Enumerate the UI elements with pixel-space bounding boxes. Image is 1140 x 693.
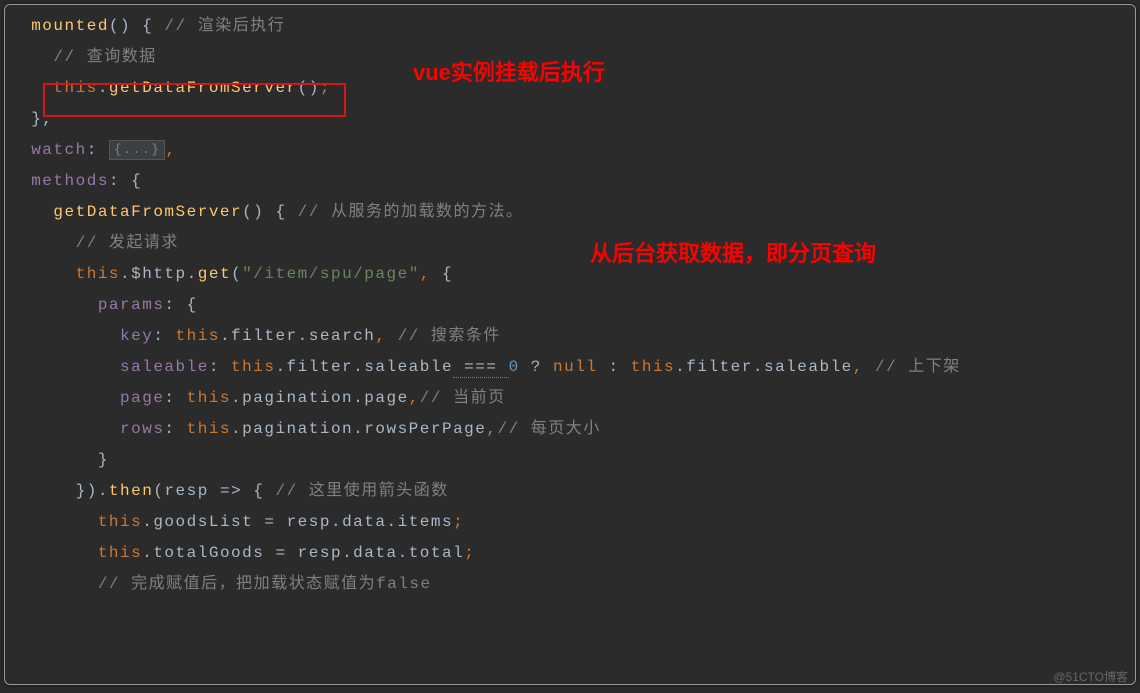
code-line[interactable]: rows: this.pagination.rowsPerPage,// 每页大… (9, 414, 1135, 445)
comment: // 每页大小 (498, 420, 601, 438)
code-line[interactable]: // 查询数据 (9, 42, 1135, 73)
string-literal: "/item/spu/page" (242, 265, 420, 283)
comment: // 当前页 (420, 389, 506, 407)
keyword-this: this (53, 79, 97, 97)
code-fold[interactable]: {...} (109, 140, 166, 160)
property-methods: methods (31, 172, 109, 190)
comment: // 这里使用箭头函数 (264, 482, 448, 500)
code-line[interactable]: // 发起请求 (9, 228, 1135, 259)
method-def: getDataFromServer (53, 203, 242, 221)
comment: // 渲染后执行 (153, 17, 285, 35)
code-line[interactable]: }).then(resp => { // 这里使用箭头函数 (9, 476, 1135, 507)
code-line[interactable]: this.$http.get("/item/spu/page", { (9, 259, 1135, 290)
code-line[interactable]: page: this.pagination.page,// 当前页 (9, 383, 1135, 414)
comment: // 搜索条件 (386, 327, 500, 345)
code-line[interactable]: key: this.filter.search, // 搜索条件 (9, 321, 1135, 352)
code-line[interactable]: params: { (9, 290, 1135, 321)
method-mounted: mounted (31, 17, 109, 35)
property-params: params (98, 296, 165, 314)
code-line[interactable]: methods: { (9, 166, 1135, 197)
code-line[interactable]: this.goodsList = resp.data.items; (9, 507, 1135, 538)
method-then: then (109, 482, 153, 500)
code-line[interactable]: getDataFromServer() { // 从服务的加载数的方法。 (9, 197, 1135, 228)
code-line[interactable]: this.getDataFromServer(); (9, 73, 1135, 104)
code-line[interactable]: this.totalGoods = resp.data.total; (9, 538, 1135, 569)
comment: // 查询数据 (53, 48, 156, 66)
method-call: getDataFromServer (109, 79, 298, 97)
code-line[interactable]: mounted() { // 渲染后执行 (9, 11, 1135, 42)
comment: // 上下架 (864, 358, 961, 376)
code-content[interactable]: mounted() { // 渲染后执行 // 查询数据 this.getDat… (5, 11, 1135, 600)
watermark: @51CTO博客 (1053, 668, 1128, 685)
code-line[interactable]: watch: {...}, (9, 135, 1135, 166)
method-get: get (198, 265, 231, 283)
comment: // 发起请求 (76, 234, 179, 252)
code-editor[interactable]: mounted() { // 渲染后执行 // 查询数据 this.getDat… (4, 4, 1136, 685)
comment: // 完成赋值后，把加载状态赋值为false (98, 575, 432, 593)
code-line[interactable]: } (9, 445, 1135, 476)
property-watch: watch (31, 141, 87, 159)
code-line[interactable]: // 完成赋值后，把加载状态赋值为false (9, 569, 1135, 600)
keyword-this: this (76, 265, 120, 283)
code-line[interactable]: }, (9, 104, 1135, 135)
code-line[interactable]: saleable: this.filter.saleable === 0 ? n… (9, 352, 1135, 383)
comment: // 从服务的加载数的方法。 (287, 203, 524, 221)
